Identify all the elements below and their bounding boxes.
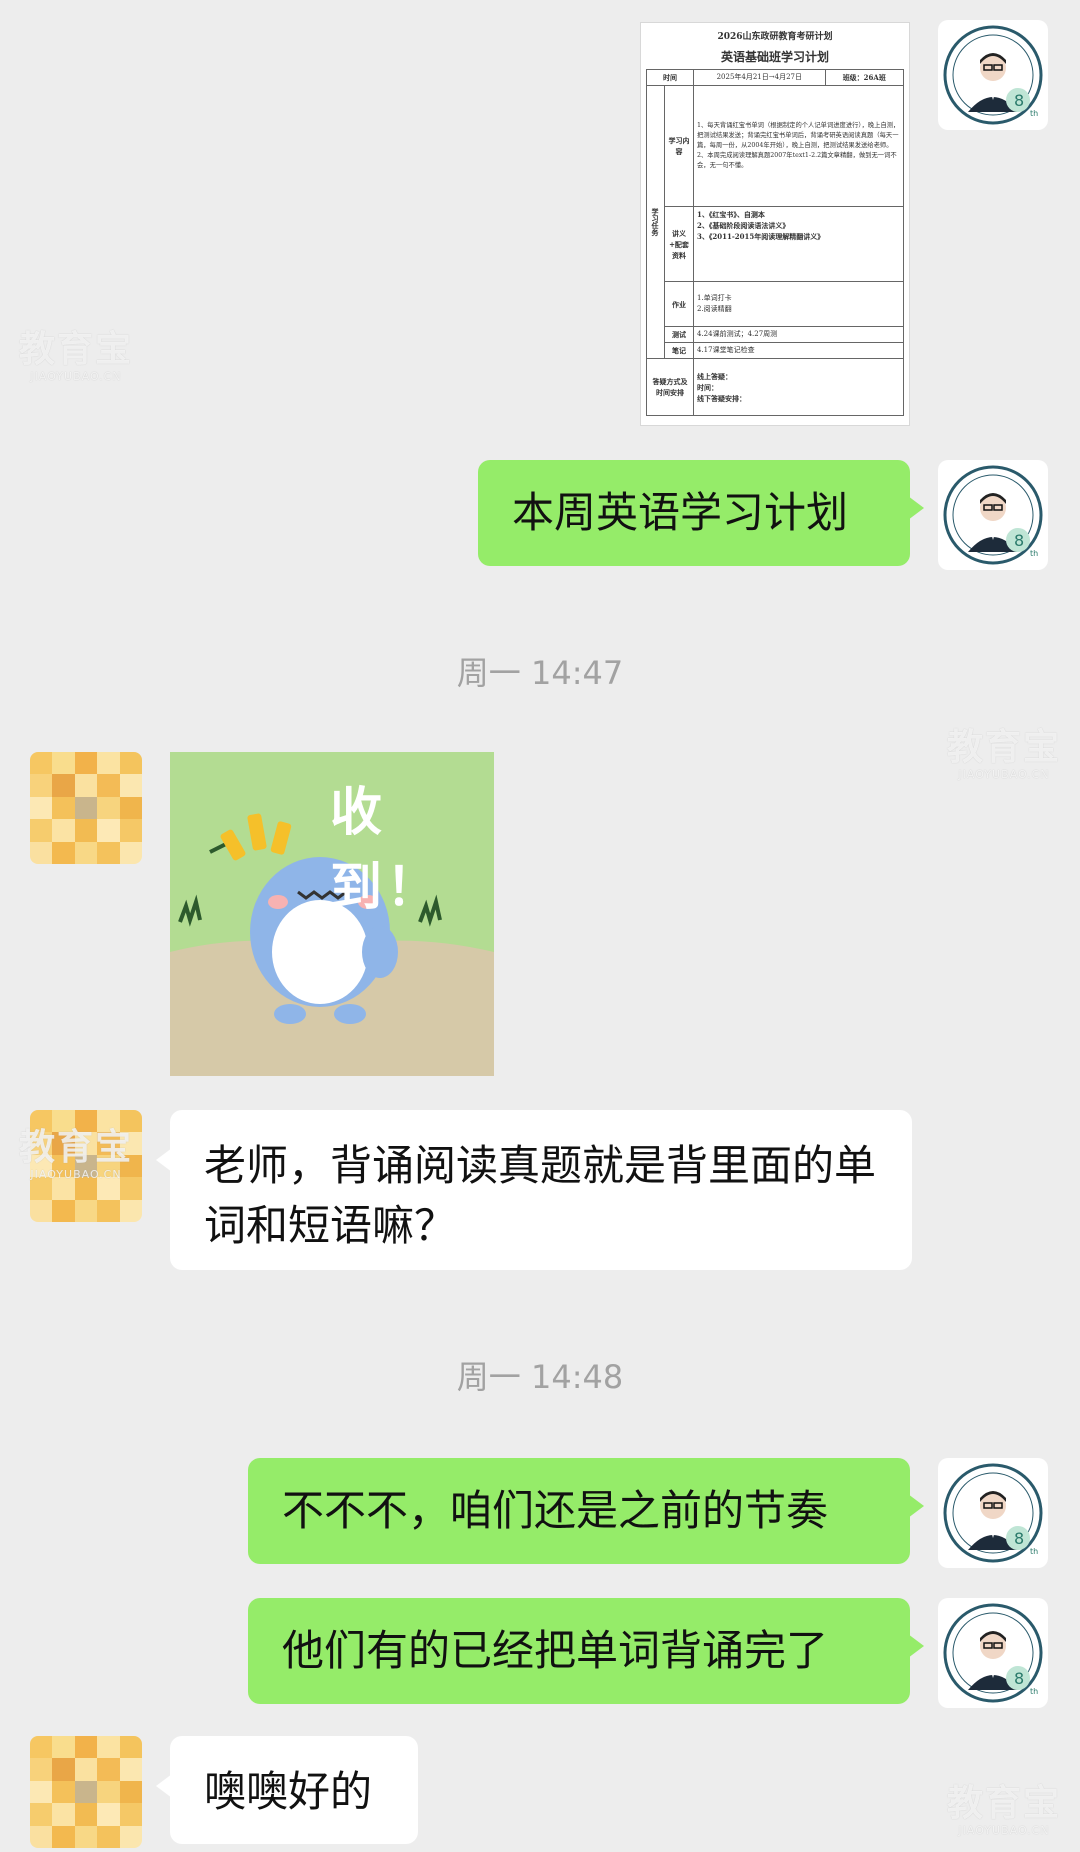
watermark-url: JIAOYUBAO.CN	[958, 1824, 1050, 1837]
time-value: 2025年4月21日→4月27日	[693, 69, 826, 86]
teacher-avatar[interactable]: 8 th	[938, 1598, 1048, 1708]
svg-text:8: 8	[1014, 1669, 1024, 1688]
qa-item: 时间：	[697, 382, 718, 392]
student-avatar[interactable]	[30, 1736, 142, 1848]
incoming-message-bubble[interactable]: 老师，背诵阅读真题就是背里面的单词和短语嘛？	[156, 1110, 912, 1270]
teacher-portrait-icon: 8 th	[943, 465, 1043, 565]
student-avatar[interactable]	[30, 752, 142, 864]
watermark-url: JIAOYUBAO.CN	[30, 1168, 122, 1181]
message-timestamp: 周一 14:47	[456, 654, 624, 692]
handout-item: 2、《基础阶段阅读语法讲义》	[697, 221, 790, 230]
svg-text:8: 8	[1014, 531, 1024, 550]
class-label: 班级：26A班	[824, 69, 905, 86]
svg-text:th: th	[1030, 1687, 1038, 1696]
content-label: 学习内容	[664, 85, 694, 207]
doc-title: 英语基础班学习计划	[720, 50, 829, 64]
qa-item: 线下答疑安排：	[697, 393, 746, 403]
notes-label: 笔记	[664, 342, 694, 359]
doc-header: 2026山东政研教育考研计划	[717, 32, 833, 42]
svg-text:8: 8	[1014, 1529, 1024, 1548]
outgoing-message-bubble[interactable]: 本周英语学习计划	[478, 460, 924, 566]
time-label: 时间	[646, 69, 694, 86]
notes-value: 4.17课堂笔记检查	[693, 342, 904, 359]
teacher-avatar[interactable]: 8 th	[938, 1458, 1048, 1568]
outgoing-message-bubble[interactable]: 不不不，咱们还是之前的节奏	[248, 1458, 924, 1564]
received-sticker[interactable]: 收到！	[170, 752, 494, 1076]
watermark-logo-text: 教育宝	[946, 1783, 1061, 1824]
study-plan-table: 时间 2025年4月21日→4月27日 班级：26A班 学习任务 学习内容 1、…	[646, 69, 905, 416]
message-text: 噢噢好的	[204, 1767, 373, 1816]
watermark: 教育宝 JIAOYUBAO.CN	[946, 727, 1062, 782]
content-text: 1、每天背诵红宝书单词（根据制定的个人记单词进度进行），晚上自测，把测试结果发送…	[693, 85, 904, 207]
message-text: 他们有的已经把单词背诵完了	[282, 1626, 829, 1675]
incoming-message-bubble[interactable]: 噢噢好的	[156, 1736, 418, 1844]
homework-item: 1.单词打卡	[697, 294, 732, 302]
watermark-logo-text: 教育宝	[18, 1127, 133, 1168]
handout-item: 1、《红宝书》、自测本	[697, 210, 765, 219]
task-label: 学习任务	[646, 85, 665, 359]
message-text: 不不不，咱们还是之前的节奏	[282, 1486, 829, 1535]
teacher-avatar[interactable]: 8 th	[938, 460, 1048, 570]
svg-text:th: th	[1030, 1547, 1038, 1556]
message-text: 老师，背诵阅读真题就是背里面的单词和短语嘛？	[204, 1141, 877, 1250]
qa-label: 答疑方式及时间安排	[646, 358, 694, 416]
watermark: 教育宝 JIAOYUBAO.CN	[18, 1127, 134, 1182]
outgoing-message-bubble[interactable]: 他们有的已经把单词背诵完了	[248, 1598, 924, 1704]
handout-item: 3、《2011-2015年阅读理解精翻讲义》	[697, 232, 825, 241]
watermark-logo-text: 教育宝	[18, 329, 133, 370]
homework-list: 1.单词打卡 2.阅读精翻	[693, 281, 904, 327]
watermark: 教育宝 JIAOYUBAO.CN	[946, 1783, 1062, 1838]
qa-list: 线上答疑： 时间： 线下答疑安排：	[693, 358, 904, 416]
teacher-portrait-icon: 8 th	[943, 1603, 1043, 1703]
svg-text:th: th	[1030, 109, 1038, 118]
sticker-caption: 收到！	[330, 783, 443, 918]
message-text: 本周英语学习计划	[512, 488, 849, 537]
watermark-url: JIAOYUBAO.CN	[958, 768, 1050, 781]
homework-label: 作业	[664, 281, 694, 327]
svg-text:8: 8	[1014, 91, 1024, 110]
handout-list: 1、《红宝书》、自测本 2、《基础阶段阅读语法讲义》 3、《2011-2015年…	[693, 206, 904, 282]
teacher-portrait-icon: 8 th	[943, 1463, 1043, 1563]
study-plan-document-image[interactable]: 2026山东政研教育考研计划 英语基础班学习计划 时间 2025年4月21日→4…	[640, 22, 910, 426]
watermark-logo-text: 教育宝	[946, 727, 1061, 768]
test-label: 测试	[664, 326, 694, 343]
teacher-portrait-icon: 8 th	[943, 25, 1043, 125]
qa-item: 线上答疑：	[697, 371, 732, 381]
svg-text:th: th	[1030, 549, 1038, 558]
test-value: 4.24课前测试；4.27周测	[693, 326, 904, 343]
teacher-avatar[interactable]: 8 th	[938, 20, 1048, 130]
watermark: 教育宝 JIAOYUBAO.CN	[18, 329, 134, 384]
handout-label: 讲义+配套资料	[664, 206, 694, 282]
homework-item: 2.阅读精翻	[697, 305, 732, 313]
message-timestamp: 周一 14:48	[456, 1358, 624, 1396]
watermark-url: JIAOYUBAO.CN	[30, 370, 122, 383]
